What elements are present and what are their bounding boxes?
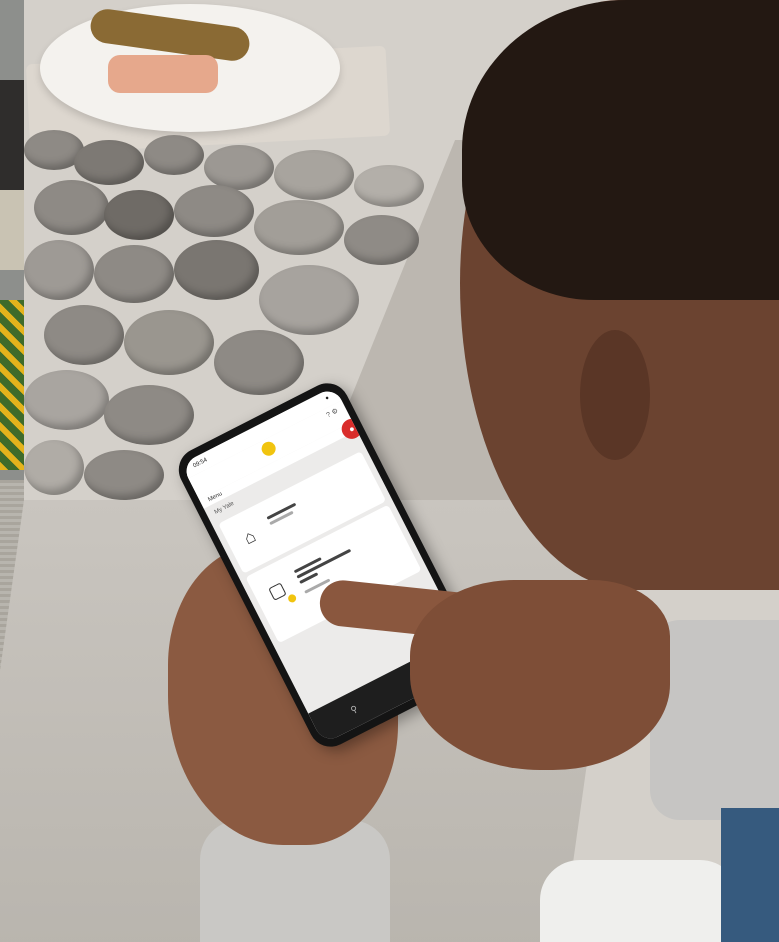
garden-bars	[0, 300, 24, 470]
stone	[124, 310, 214, 375]
man-hair	[462, 0, 779, 300]
app-logo	[259, 439, 279, 459]
stone	[259, 265, 359, 335]
roof	[0, 80, 24, 190]
stone	[24, 240, 94, 300]
card-text-lines	[266, 502, 300, 528]
header-icons[interactable]: ? ⚙	[325, 407, 339, 420]
nav-home-icon[interactable]: ⚲	[349, 703, 360, 716]
lock-device-icon: ▢	[264, 577, 289, 604]
device-badge	[286, 592, 298, 604]
stone	[174, 240, 259, 300]
stone	[84, 450, 164, 500]
stone	[74, 140, 144, 185]
stone	[344, 215, 419, 265]
stone	[274, 150, 354, 200]
stone	[204, 145, 274, 190]
stone	[254, 200, 344, 255]
white-cloth	[540, 860, 740, 942]
stone	[24, 370, 109, 430]
house-wall	[0, 190, 24, 270]
stone	[44, 305, 124, 365]
stone	[174, 185, 254, 237]
man-ear	[580, 330, 650, 460]
stone	[104, 385, 194, 445]
stone	[104, 190, 174, 240]
stone	[354, 165, 424, 207]
stone	[24, 440, 84, 495]
stone	[94, 245, 174, 303]
photo-scene: 09:54 ● ? ⚙ ● Menu My Yale ⌂ ▢ ⚲	[0, 0, 779, 942]
food-salmon	[108, 55, 218, 93]
right-hand	[410, 580, 670, 770]
status-indicator: ●	[324, 395, 331, 403]
status-time: 09:54	[192, 457, 209, 470]
stone	[144, 135, 204, 175]
home-icon: ⌂	[240, 525, 260, 549]
stone	[214, 330, 304, 395]
blue-corner-block	[721, 808, 779, 942]
stone	[34, 180, 109, 235]
